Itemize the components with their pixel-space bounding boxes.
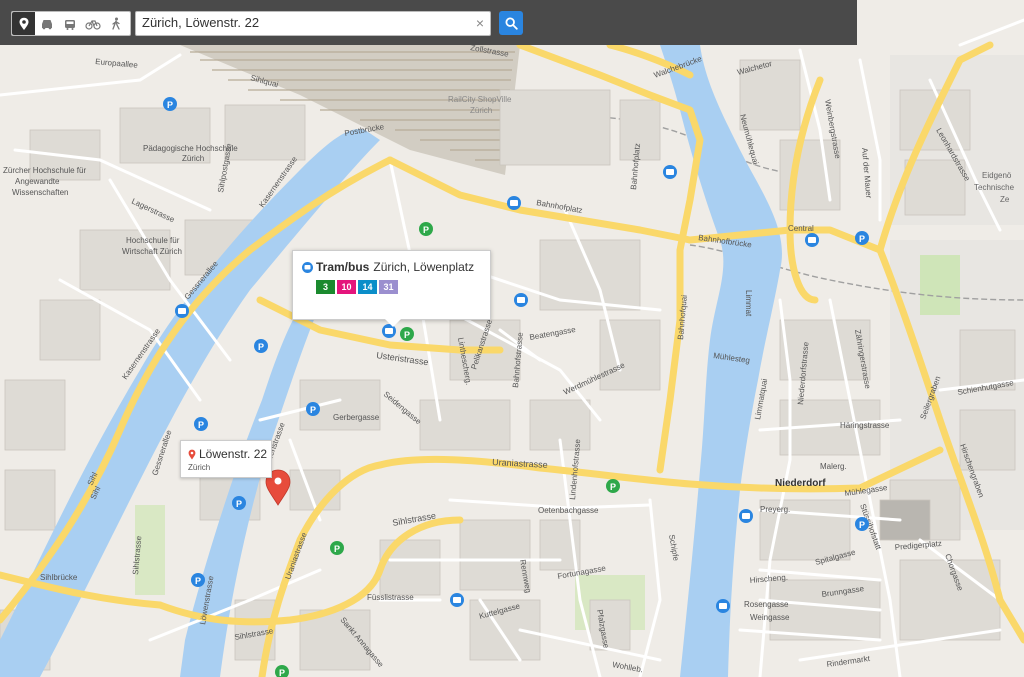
svg-text:P: P [198, 420, 204, 430]
tram-stop-icon[interactable] [805, 233, 819, 247]
map-label: Niederdorf [775, 478, 826, 489]
stop-type: Tram/bus [316, 260, 370, 274]
map-label: Zürcher Hochschule für [3, 166, 86, 175]
svg-text:P: P [610, 482, 616, 492]
parking-icon[interactable]: P [191, 573, 205, 587]
parking-icon[interactable]: P [606, 479, 620, 493]
parking-icon[interactable]: P [254, 339, 268, 353]
parking-icon[interactable]: P [855, 231, 869, 245]
svg-text:P: P [279, 668, 285, 677]
map-label: Ze [1000, 195, 1010, 204]
map-label: Rosengasse [744, 600, 789, 609]
parking-icon[interactable]: P [163, 97, 177, 111]
bicycle-icon [84, 19, 101, 30]
map-label: Angewandte [15, 177, 60, 186]
line-badge[interactable]: 31 [379, 280, 398, 294]
map-label: Limmat [744, 290, 753, 317]
map-label: Oetenbachgasse [538, 506, 599, 515]
car-mode-button[interactable] [35, 12, 58, 35]
svg-text:P: P [195, 576, 201, 586]
close-icon: × [475, 15, 484, 31]
bicycle-mode-button[interactable] [81, 12, 104, 35]
tram-stop-icon[interactable] [514, 293, 528, 307]
search-button[interactable] [499, 11, 523, 35]
clear-search-button[interactable]: × [476, 15, 484, 31]
map-label: Zürich [470, 106, 492, 115]
map-label: Hochschule für [126, 236, 180, 245]
stop-name: Zürich, Löwenplatz [373, 260, 475, 274]
svg-text:P: P [859, 520, 865, 530]
map-label: Malerg. [820, 462, 847, 471]
map-label: Zürich [182, 154, 204, 163]
svg-text:P: P [334, 544, 340, 554]
parking-icon[interactable]: P [419, 222, 433, 236]
pedestrian-icon [111, 17, 120, 30]
map-pin-mode-button[interactable] [12, 12, 35, 35]
tram-icon [64, 19, 75, 30]
car-icon [41, 19, 52, 29]
parking-icon[interactable]: P [400, 327, 414, 341]
map-label: Wirtschaft Zürich [122, 247, 182, 256]
travel-mode-selector [11, 11, 131, 36]
search-field-container: × [135, 11, 491, 36]
svg-text:P: P [167, 100, 173, 110]
map-label: Weingasse [750, 613, 790, 622]
line-badge[interactable]: 3 [316, 280, 335, 294]
parking-icon[interactable]: P [194, 417, 208, 431]
map-label: Preyerg. [760, 505, 790, 514]
search-input[interactable] [136, 12, 468, 33]
tram-stop-icon[interactable] [716, 599, 730, 613]
svg-text:P: P [258, 342, 264, 352]
map-label: Technische [974, 183, 1015, 192]
map-label: Füsslistrasse [367, 593, 414, 602]
walk-mode-button[interactable] [104, 12, 127, 35]
tram-stop-icon [302, 261, 313, 273]
top-toolbar: × [0, 0, 857, 45]
svg-text:P: P [236, 499, 242, 509]
search-icon [504, 16, 518, 30]
map-label: Sihlbrücke [40, 573, 78, 582]
line-badges: 3 10 14 31 [316, 280, 400, 294]
tram-stop-icon[interactable] [739, 509, 753, 523]
parking-icon[interactable]: P [330, 541, 344, 555]
map-canvas[interactable]: Europaallee Lagerstrasse Pädagogische Ho… [0, 0, 1024, 677]
map-label: Gerbergasse [333, 413, 380, 422]
map-pin-icon [19, 17, 28, 30]
stop-info-popup: Tram/bus Zürich, Löwenplatz 3 10 14 31 [292, 250, 491, 327]
map-label: RailCity ShopVille [448, 95, 512, 104]
parking-icon[interactable]: P [306, 402, 320, 416]
tram-stop-icon[interactable] [450, 593, 464, 607]
location-title: Löwenstr. 22 [188, 447, 267, 461]
tram-stop-icon[interactable] [507, 196, 521, 210]
svg-text:P: P [310, 405, 316, 415]
line-badge[interactable]: 10 [337, 280, 356, 294]
svg-text:P: P [423, 225, 429, 235]
public-transport-mode-button[interactable] [58, 12, 81, 35]
tram-stop-icon[interactable] [175, 304, 189, 318]
line-badge[interactable]: 14 [358, 280, 377, 294]
map-label: Häringstrasse [840, 421, 890, 430]
location-label[interactable]: Löwenstr. 22 Zürich [180, 440, 272, 478]
tram-stop-icon[interactable] [663, 165, 677, 179]
location-street: Löwenstr. 22 [199, 447, 268, 461]
parking-icon[interactable]: P [232, 496, 246, 510]
location-city: Zürich [188, 463, 211, 472]
map-label: Eidgenö [982, 171, 1012, 180]
map-label: Central [788, 224, 814, 233]
map-pin-icon [188, 449, 196, 459]
svg-text:P: P [859, 234, 865, 244]
popup-title: Tram/bus Zürich, Löwenplatz [302, 260, 474, 274]
map-label: Wissenschaften [12, 188, 68, 197]
parking-icon[interactable]: P [855, 517, 869, 531]
svg-text:P: P [404, 330, 410, 340]
